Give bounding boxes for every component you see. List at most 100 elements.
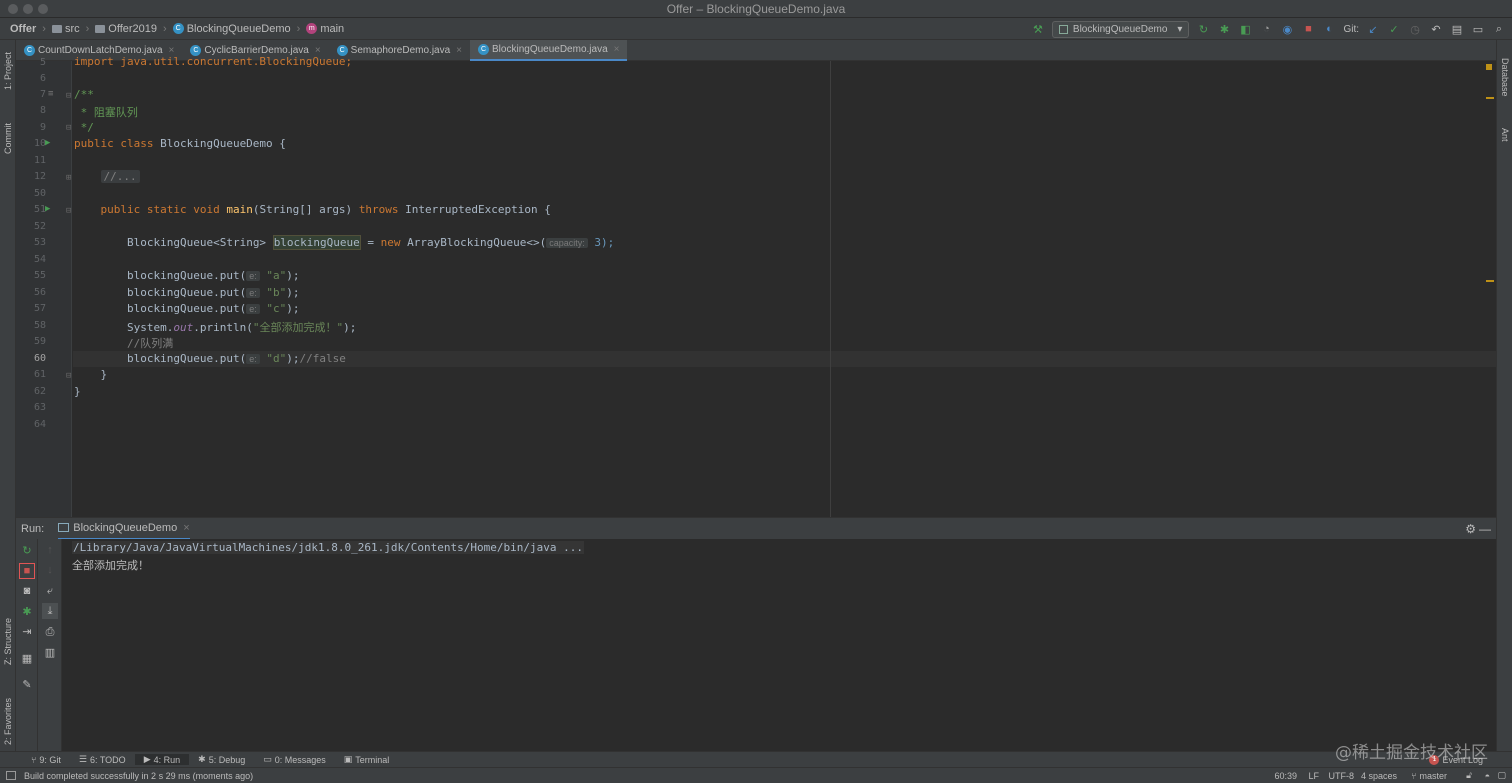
- line-number: 63: [33, 402, 46, 413]
- error-stripe-mark[interactable]: [1486, 280, 1494, 282]
- method-icon: m: [306, 23, 318, 34]
- stop-icon[interactable]: ■: [1301, 22, 1315, 36]
- trash-icon[interactable]: ▥: [43, 645, 57, 659]
- right-margin-guide: [830, 61, 831, 517]
- folded-region[interactable]: //...: [100, 170, 140, 183]
- breadcrumb-package[interactable]: Offer2019: [91, 23, 161, 35]
- run-gutter-icon[interactable]: ▶: [45, 204, 50, 214]
- line-number: 55: [33, 270, 46, 281]
- close-icon[interactable]: ×: [456, 45, 462, 56]
- project-tool-tab[interactable]: 1: Project: [3, 52, 13, 90]
- inspector-icon[interactable]: ◓: [1485, 771, 1490, 781]
- rerun-icon[interactable]: ↻: [20, 543, 34, 557]
- tab-terminal[interactable]: ▣ Terminal: [335, 754, 399, 765]
- code-line-59: //队列满: [126, 337, 174, 350]
- pin-icon[interactable]: ✎: [20, 677, 34, 691]
- zoom-window-button[interactable]: [38, 4, 48, 14]
- run-configuration-select[interactable]: BlockingQueueDemo ▾: [1051, 20, 1190, 38]
- soft-wrap-icon[interactable]: ⤶: [43, 584, 57, 598]
- rerun-icon[interactable]: ↻: [1196, 22, 1210, 36]
- tab-messages[interactable]: ▭ 0: Messages: [254, 754, 335, 765]
- code-line-58: System.out.println("全部添加完成！");: [126, 321, 357, 334]
- git-commit-check-icon[interactable]: ✓: [1387, 22, 1401, 36]
- status-bar: Build completed successfully in 2 s 29 m…: [0, 767, 1512, 783]
- camera-icon[interactable]: ◙: [20, 584, 34, 598]
- attach-icon[interactable]: ◐: [1322, 22, 1336, 36]
- run-panel-header: Run: BlockingQueueDemo × ⚙ —: [16, 517, 1496, 540]
- layout-icon[interactable]: ▦: [20, 651, 34, 665]
- tab-debug[interactable]: ✱ 5: Debug: [189, 754, 254, 765]
- console-output[interactable]: /Library/Java/JavaVirtualMachines/jdk1.8…: [62, 539, 1496, 751]
- line-number: 56: [33, 287, 46, 298]
- doc-render-icon[interactable]: ≡: [48, 89, 53, 99]
- search-icon[interactable]: ⌕: [1492, 22, 1506, 36]
- project-structure-icon[interactable]: ▤: [1450, 22, 1464, 36]
- stop-icon[interactable]: ■: [19, 563, 35, 579]
- tab-git[interactable]: ⑂ 9: Git: [22, 755, 70, 765]
- code-line-7: /**: [74, 88, 94, 101]
- fold-icon[interactable]: ⊟: [66, 371, 71, 381]
- breadcrumb-method[interactable]: m main: [302, 23, 348, 35]
- warning-marker[interactable]: [1486, 64, 1492, 70]
- update-icon[interactable]: ◉: [1280, 22, 1294, 36]
- exit-icon[interactable]: ⇥: [20, 624, 34, 638]
- run-tab-blockingqueuedemo[interactable]: BlockingQueueDemo ×: [58, 518, 190, 540]
- structure-tool-tab[interactable]: Z: Structure: [3, 618, 13, 665]
- profile-icon[interactable]: ◔: [1259, 22, 1273, 36]
- debug-bug-icon[interactable]: ✱: [1217, 22, 1231, 36]
- gear-icon[interactable]: ⚙: [1465, 522, 1476, 536]
- minimize-window-button[interactable]: [23, 4, 33, 14]
- status-toggle-icon[interactable]: [6, 771, 16, 780]
- class-icon: C: [478, 44, 490, 55]
- presentation-icon[interactable]: ▭: [1471, 22, 1485, 36]
- print-icon[interactable]: ⎙: [43, 625, 57, 639]
- notification-icon[interactable]: ▢: [1497, 770, 1506, 781]
- close-icon[interactable]: ×: [183, 522, 189, 534]
- build-hammer-icon[interactable]: ⚒: [1031, 22, 1045, 36]
- arrow-up-icon[interactable]: ↑: [43, 543, 57, 557]
- lock-icon[interactable]: 🔓︎: [1466, 770, 1472, 781]
- indent-setting[interactable]: 4 spaces: [1361, 771, 1397, 781]
- scroll-to-end-icon[interactable]: ⤓: [42, 603, 58, 619]
- fold-icon[interactable]: ⊟: [66, 206, 71, 216]
- breadcrumb-project[interactable]: Offer: [0, 23, 40, 35]
- breadcrumb-class[interactable]: C BlockingQueueDemo: [169, 23, 295, 35]
- fold-icon[interactable]: ⊞: [66, 173, 71, 183]
- tab-blockingqueuedemo[interactable]: C BlockingQueueDemo.java ×: [470, 40, 628, 61]
- favorites-tool-tab[interactable]: 2: Favorites: [3, 698, 13, 745]
- file-encoding[interactable]: UTF-8: [1329, 771, 1355, 781]
- close-window-button[interactable]: [8, 4, 18, 14]
- chevron-right-icon: ›: [163, 22, 167, 35]
- cursor-position[interactable]: 60:39: [1274, 771, 1297, 781]
- tab-todo[interactable]: ☰ 6: TODO: [70, 754, 135, 765]
- tab-run[interactable]: ▶ 4: Run: [134, 754, 190, 765]
- error-stripe-mark[interactable]: [1486, 97, 1494, 99]
- commit-tool-tab[interactable]: Commit: [3, 123, 13, 154]
- line-number: 53: [33, 237, 46, 248]
- ant-tool-tab[interactable]: Ant: [1500, 128, 1510, 142]
- fold-icon[interactable]: ⊟: [66, 91, 71, 101]
- git-label: Git:: [1343, 23, 1359, 35]
- hide-panel-icon[interactable]: —: [1479, 522, 1491, 536]
- arrow-down-icon[interactable]: ↓: [43, 563, 57, 577]
- fold-icon[interactable]: ⊟: [66, 123, 71, 133]
- git-update-icon[interactable]: ↙: [1366, 22, 1380, 36]
- list-icon: ☰: [78, 754, 87, 764]
- code-line-60: blockingQueue.put(e: "d");//false: [126, 352, 346, 365]
- param-hint: e:: [246, 271, 260, 281]
- database-tool-tab[interactable]: Database: [1500, 58, 1510, 97]
- run-gutter-icon[interactable]: ▶: [45, 138, 50, 148]
- param-hint: capacity:: [546, 238, 588, 248]
- line-number: 8: [39, 105, 46, 116]
- git-revert-icon[interactable]: ↶: [1429, 22, 1443, 36]
- git-history-icon[interactable]: ◷: [1408, 22, 1422, 36]
- right-tool-strip: Database Ant: [1496, 40, 1512, 751]
- code-editor[interactable]: 5 6 7 8 9 10 11 12 50 51 52 53 54 55 56 …: [16, 55, 1496, 517]
- breadcrumb-src[interactable]: src: [48, 23, 84, 35]
- tool-window-bar: ⑂ 9: Git ☰ 6: TODO ▶ 4: Run ✱ 5: Debug ▭ 0: M…: [0, 751, 1512, 767]
- coverage-icon[interactable]: ◧: [1238, 22, 1252, 36]
- git-branch[interactable]: ⑂ master: [1411, 771, 1447, 781]
- close-icon[interactable]: ×: [614, 44, 620, 55]
- line-separator[interactable]: LF: [1308, 771, 1319, 781]
- debug-bug-icon[interactable]: ✱: [20, 604, 34, 618]
